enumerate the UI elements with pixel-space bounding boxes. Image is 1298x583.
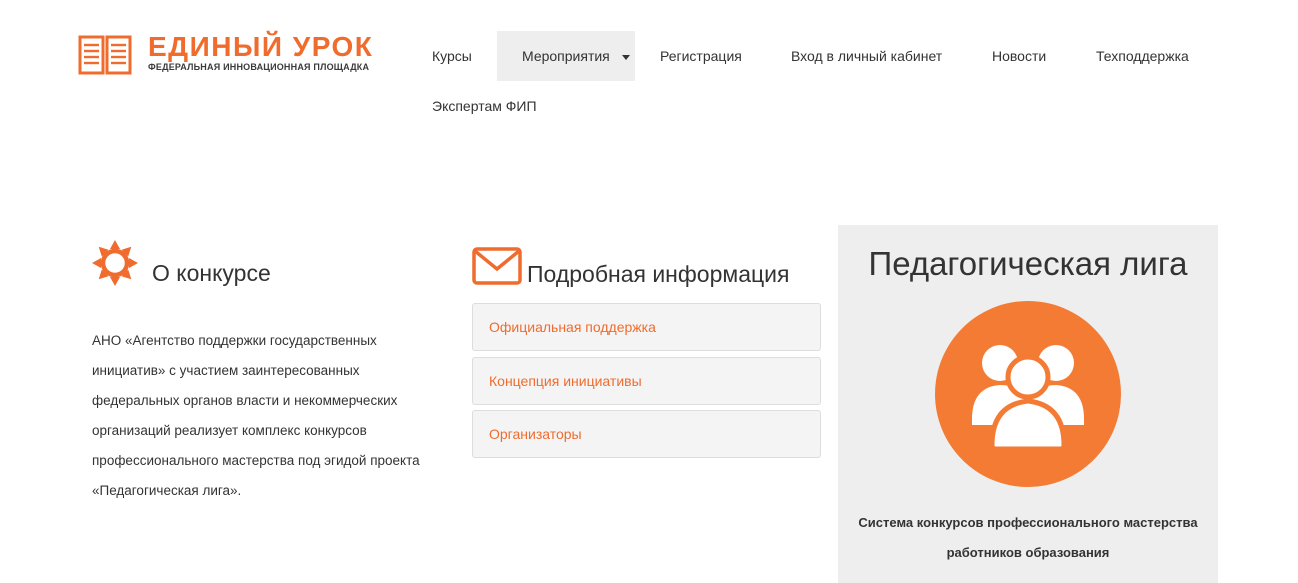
nav-item-support[interactable]: Техподдержка [1096, 31, 1189, 81]
logo-title: ЕДИНЫЙ УРОК [148, 31, 374, 62]
sun-icon [92, 240, 138, 286]
nav-item-label: Экспертам ФИП [432, 98, 537, 114]
nav-item-label: Мероприятия [522, 48, 610, 64]
nav-item-label: Новости [992, 48, 1047, 64]
nav-item-news[interactable]: Новости [992, 31, 1046, 81]
about-text: АНО «Агентство поддержки государственных… [92, 333, 420, 498]
nav-item-experts[interactable]: Экспертам ФИП [432, 81, 537, 131]
league-caption: Система конкурсов профессионального маст… [858, 515, 1198, 560]
nav-item-label: Регистрация [660, 48, 742, 64]
accordion-item-label: Концепция инициативы [489, 373, 642, 389]
accordion-item-organizers[interactable]: Организаторы [472, 410, 821, 458]
site-logo[interactable]: ЕДИНЫЙ УРОК ФЕДЕРАЛЬНАЯ ИННОВАЦИОННАЯ ПЛ… [78, 32, 408, 76]
about-title: О конкурсе [152, 260, 271, 286]
nav-item-courses[interactable]: Курсы [432, 31, 472, 81]
accordion-item-concept[interactable]: Концепция инициативы [472, 357, 821, 405]
league-badge[interactable] [935, 301, 1121, 487]
chevron-down-icon [621, 54, 630, 60]
league-title: Педагогическая лига [868, 245, 1188, 282]
nav-item-label: Вход в личный кабинет [791, 48, 943, 64]
nav-item-label: Курсы [432, 48, 472, 64]
open-book-icon [78, 35, 132, 75]
accordion-item-label: Организаторы [489, 426, 582, 442]
info-title: Подробная информация [527, 261, 790, 287]
nav-item-events[interactable]: Мероприятия [497, 31, 635, 81]
nav-item-login[interactable]: Вход в личный кабинет [791, 31, 942, 81]
logo-subtitle: ФЕДЕРАЛЬНАЯ ИННОВАЦИОННАЯ ПЛОЩАДКА [148, 62, 370, 72]
nav-item-label: Техподдержка [1096, 48, 1189, 64]
nav-item-registration[interactable]: Регистрация [660, 31, 742, 81]
users-group-icon [972, 345, 1084, 451]
accordion-item-official-support[interactable]: Официальная поддержка [472, 303, 821, 351]
accordion-item-label: Официальная поддержка [489, 319, 656, 335]
envelope-icon [472, 247, 522, 285]
league-panel: Педагогическая лига Система конкурсов пр… [838, 225, 1218, 583]
